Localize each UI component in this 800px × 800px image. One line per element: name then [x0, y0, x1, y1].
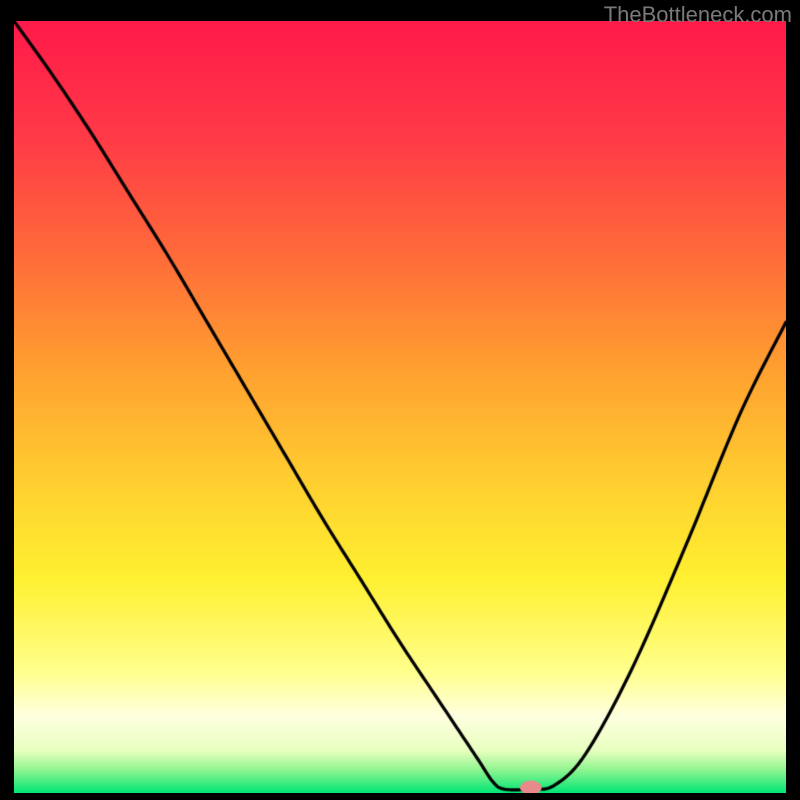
- chart-canvas: [14, 21, 786, 793]
- watermark-text: TheBottleneck.com: [604, 2, 792, 28]
- chart-frame: [14, 21, 786, 793]
